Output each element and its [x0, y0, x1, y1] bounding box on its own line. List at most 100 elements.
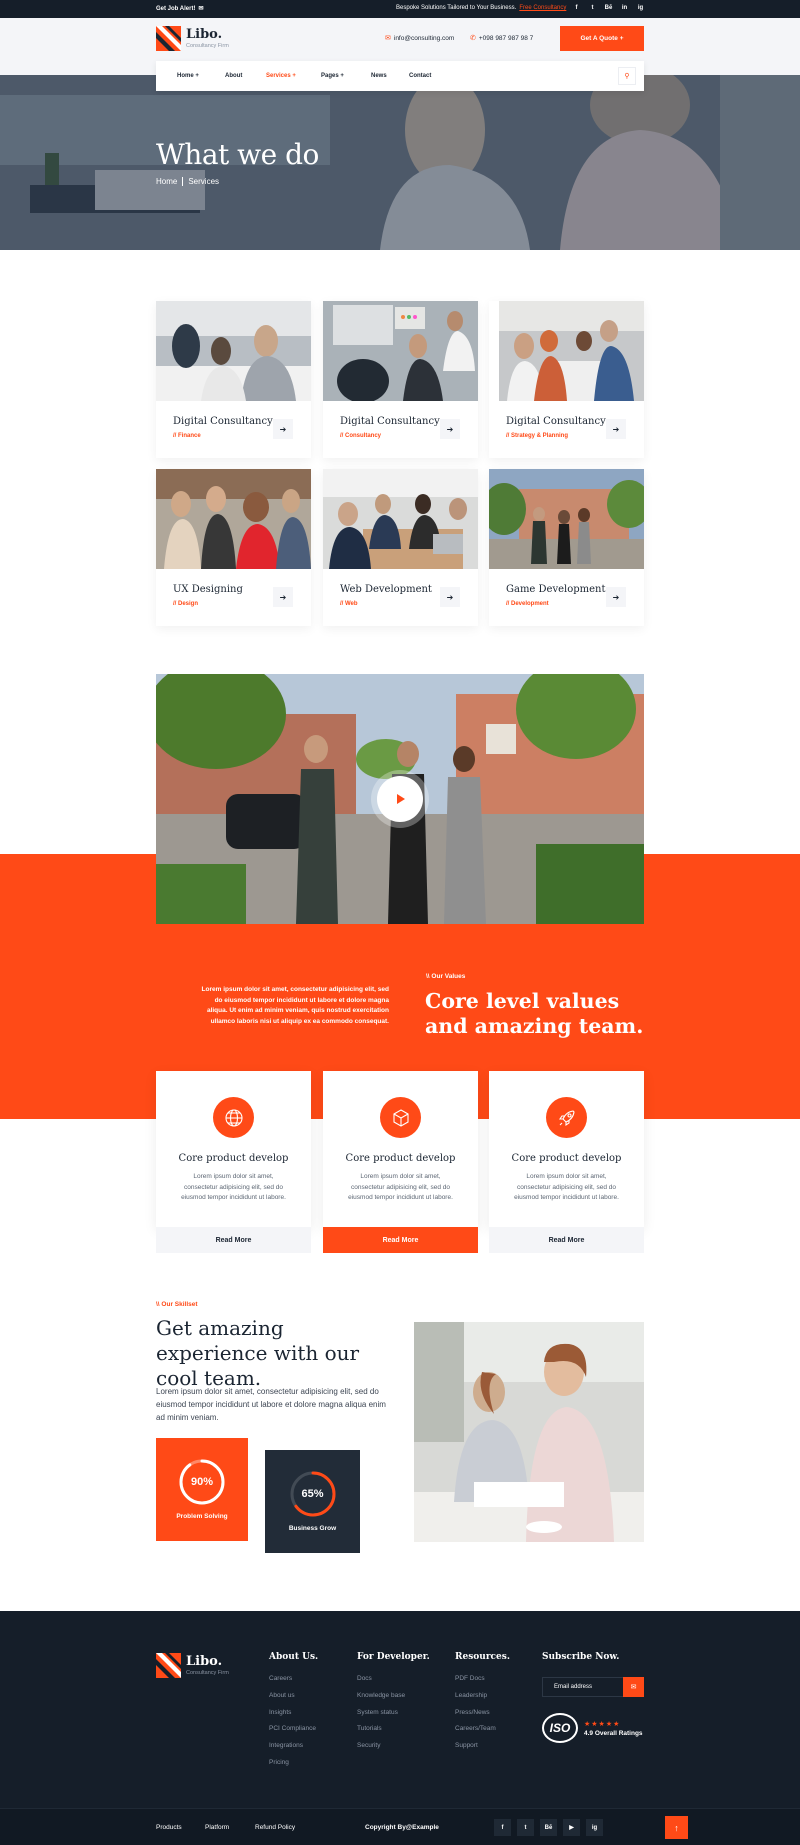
progress-value: 90%	[190, 1476, 214, 1488]
bottom-link-products[interactable]: Products	[156, 1824, 182, 1831]
nav-services[interactable]: Services +	[266, 73, 296, 79]
breadcrumb-home[interactable]: Home	[156, 177, 177, 186]
service-category: // Consultancy	[340, 433, 382, 439]
read-more-button[interactable]: Read More	[489, 1227, 644, 1253]
logo-mark-icon	[156, 1653, 181, 1678]
service-image	[323, 469, 478, 569]
free-consultancy-link[interactable]: Free Consultancy	[519, 5, 566, 11]
footer-link[interactable]: Tutorials	[357, 1725, 382, 1732]
footer-col-title: Subscribe Now.	[542, 1652, 620, 1662]
get-quote-button[interactable]: Get A Quote +	[560, 26, 644, 51]
play-button[interactable]	[377, 776, 423, 822]
footer-logo[interactable]: Libo. Consultancy Firm	[156, 1653, 229, 1678]
arrow-right-icon[interactable]: ➔	[273, 419, 293, 439]
value-card-desc: Lorem ipsum dolor sit amet, consectetur …	[348, 1173, 453, 1201]
main-nav: Home + About Services + Pages + News Con…	[156, 61, 644, 91]
page-hero: What we do Home Services	[0, 75, 800, 250]
mail-icon: ✉	[198, 6, 204, 12]
instagram-icon[interactable]: ig	[586, 1819, 603, 1836]
globe-icon	[213, 1097, 254, 1138]
service-category: // Web	[340, 601, 358, 607]
team-image	[414, 1322, 644, 1542]
behance-icon[interactable]: Bē	[540, 1819, 557, 1836]
service-card[interactable]: Digital Consultancy // Strategy & Planni…	[489, 301, 644, 458]
service-title: UX Designing	[173, 584, 243, 595]
linkedin-icon[interactable]: in	[621, 4, 628, 12]
service-card[interactable]: Game Development // Development ➔	[489, 469, 644, 626]
newsletter-form: Email address ✉	[542, 1677, 644, 1697]
rating-stars: ★★★★★	[584, 1720, 621, 1728]
job-alert[interactable]: Get Job Alert! ✉	[156, 5, 204, 13]
email-input[interactable]: Email address	[554, 1684, 592, 1690]
video-banner[interactable]	[156, 674, 644, 924]
scroll-to-top-button[interactable]: ↑	[665, 1816, 688, 1839]
footer-link[interactable]: Security	[357, 1742, 380, 1749]
behance-icon[interactable]: Bē	[605, 4, 613, 12]
site-logo[interactable]: Libo. Consultancy Firm	[156, 26, 229, 51]
nav-news[interactable]: News	[371, 73, 387, 79]
search-icon: ⚲	[624, 73, 630, 80]
arrow-right-icon[interactable]: ➔	[606, 587, 626, 607]
email-text: info@consulting.com	[393, 34, 455, 42]
footer-link[interactable]: System status	[357, 1709, 398, 1716]
value-card-desc: Lorem ipsum dolor sit amet, consectetur …	[514, 1173, 619, 1201]
footer-link[interactable]: Docs	[357, 1675, 372, 1682]
service-image	[489, 301, 644, 401]
nav-about[interactable]: About	[225, 73, 242, 79]
service-card[interactable]: UX Designing // Design ➔	[156, 469, 311, 626]
footer-link[interactable]: PCI Compliance	[269, 1725, 316, 1732]
value-card: Core product develop Lorem ipsum dolor s…	[489, 1071, 644, 1227]
footer-link[interactable]: About us	[269, 1692, 295, 1699]
footer-link[interactable]: PDF Docs	[455, 1675, 485, 1682]
twitter-icon[interactable]: t	[589, 4, 596, 12]
footer-link[interactable]: Pricing	[269, 1759, 289, 1766]
footer-link[interactable]: Careers	[269, 1675, 292, 1682]
footer-link[interactable]: Leadership	[455, 1692, 487, 1699]
stat-label: Problem Solving	[176, 1513, 228, 1520]
bottom-link-platform[interactable]: Platform	[205, 1824, 229, 1831]
tagline-text: Bespoke Solutions Tailored to Your Busin…	[396, 5, 517, 11]
job-alert-label[interactable]: Get Job Alert!	[156, 6, 195, 12]
arrow-right-icon[interactable]: ➔	[273, 587, 293, 607]
arrow-right-icon[interactable]: ➔	[606, 419, 626, 439]
service-title: Game Development	[506, 584, 606, 595]
breadcrumb-separator	[182, 177, 184, 186]
read-more-button[interactable]: Read More	[156, 1227, 311, 1253]
service-card[interactable]: Digital Consultancy // Finance ➔	[156, 301, 311, 458]
search-button[interactable]: ⚲	[618, 67, 636, 85]
facebook-icon[interactable]: f	[573, 4, 580, 12]
header-email[interactable]: ✉ info@consulting.com	[385, 34, 455, 43]
footer-link[interactable]: Support	[455, 1742, 478, 1749]
page-title: What we do	[156, 138, 319, 171]
service-category: // Development	[506, 601, 549, 607]
subscribe-button[interactable]: ✉	[623, 1677, 644, 1697]
skills-label: \\ Our Skillset	[156, 1301, 198, 1308]
footer-link[interactable]: Careers/Team	[455, 1725, 496, 1732]
logo-name: Libo.	[186, 26, 223, 42]
service-card[interactable]: Web Development // Web ➔	[323, 469, 478, 626]
facebook-icon[interactable]: f	[494, 1819, 511, 1836]
nav-home[interactable]: Home +	[177, 73, 199, 79]
instagram-icon[interactable]: ig	[637, 4, 644, 12]
footer-col-title: For Developer.	[357, 1652, 430, 1662]
copyright: Copyright By@Example	[365, 1824, 439, 1831]
youtube-icon[interactable]: ▶	[563, 1819, 580, 1836]
logo-mark-icon	[156, 26, 181, 51]
service-image	[323, 301, 478, 401]
nav-pages[interactable]: Pages +	[321, 73, 344, 79]
service-card[interactable]: Digital Consultancy // Consultancy ➔	[323, 301, 478, 458]
arrow-right-icon[interactable]: ➔	[440, 587, 460, 607]
footer-link[interactable]: Knowledge base	[357, 1692, 405, 1699]
footer-link[interactable]: Integrations	[269, 1742, 303, 1749]
read-more-button[interactable]: Read More	[323, 1227, 478, 1253]
twitter-icon[interactable]: t	[517, 1819, 534, 1836]
arrow-right-icon[interactable]: ➔	[440, 419, 460, 439]
nav-contact[interactable]: Contact	[409, 73, 431, 79]
header-phone[interactable]: ✆ +098 987 987 98 7	[470, 34, 533, 43]
skills-heading: Get amazing experience with our cool tea…	[156, 1316, 360, 1390]
footer-logo-name: Libo.	[186, 1653, 223, 1669]
bottom-link-refund[interactable]: Refund Policy	[255, 1824, 295, 1831]
footer-link[interactable]: Press/News	[455, 1709, 490, 1716]
footer-link[interactable]: Insights	[269, 1709, 291, 1716]
progress-value: 65%	[301, 1488, 324, 1500]
